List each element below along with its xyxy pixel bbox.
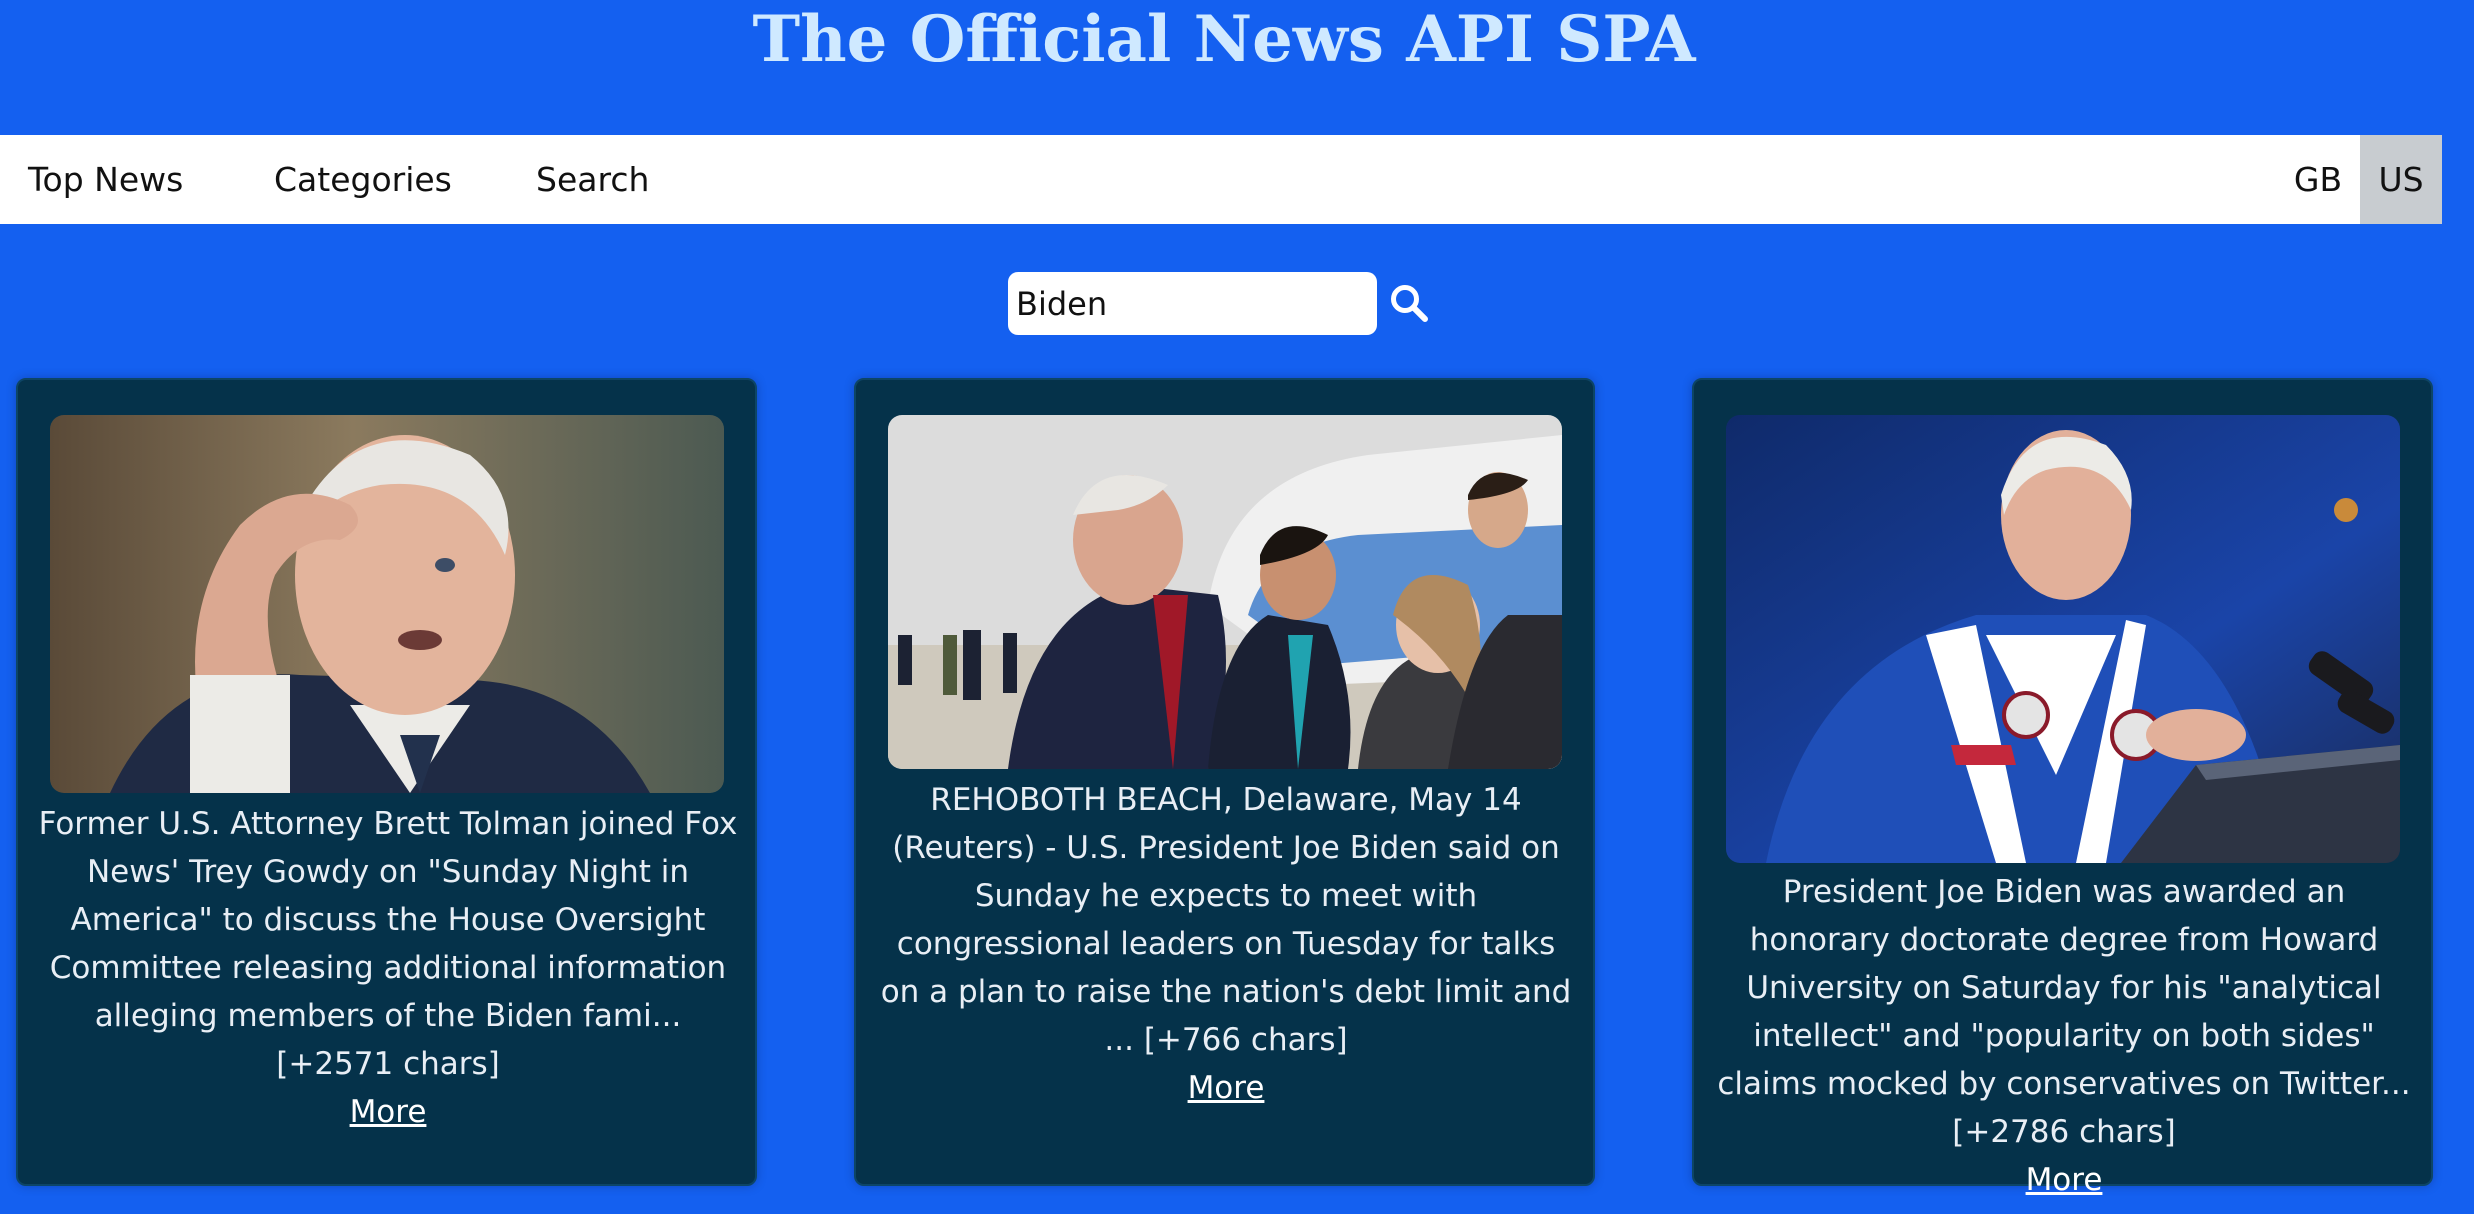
nav-top-news[interactable]: Top News <box>28 135 183 224</box>
more-link[interactable]: More <box>2026 1162 2103 1198</box>
article-description: President Joe Biden was awarded an honor… <box>1717 874 2411 1150</box>
article-image <box>1726 415 2400 863</box>
article-image <box>888 415 1562 769</box>
article-description: Former U.S. Attorney Brett Tolman joined… <box>38 806 738 1082</box>
navbar: Top News Categories Search GB US <box>0 135 2442 224</box>
more-link[interactable]: More <box>350 1094 427 1130</box>
nav-categories[interactable]: Categories <box>274 135 452 224</box>
site-title: The Official News API SPA <box>752 2 1696 77</box>
article-card: President Joe Biden was awarded an honor… <box>1692 378 2433 1198</box>
country-gb-button[interactable]: GB <box>2277 135 2359 224</box>
nav-search[interactable]: Search <box>536 135 649 224</box>
search-icon <box>1391 285 1428 322</box>
country-us-button[interactable]: US <box>2360 135 2442 224</box>
search-input[interactable] <box>1008 272 1377 335</box>
site-header: The Official News API SPA <box>0 0 2474 135</box>
article-image <box>50 415 724 793</box>
article-description: REHOBOTH BEACH, Delaware, May 14 (Reuter… <box>880 782 1572 1058</box>
article-card: REHOBOTH BEACH, Delaware, May 14 (Reuter… <box>854 378 1595 1186</box>
more-link[interactable]: More <box>1188 1070 1265 1106</box>
article-card: Former U.S. Attorney Brett Tolman joined… <box>16 378 757 1186</box>
search-button[interactable] <box>1388 282 1432 326</box>
